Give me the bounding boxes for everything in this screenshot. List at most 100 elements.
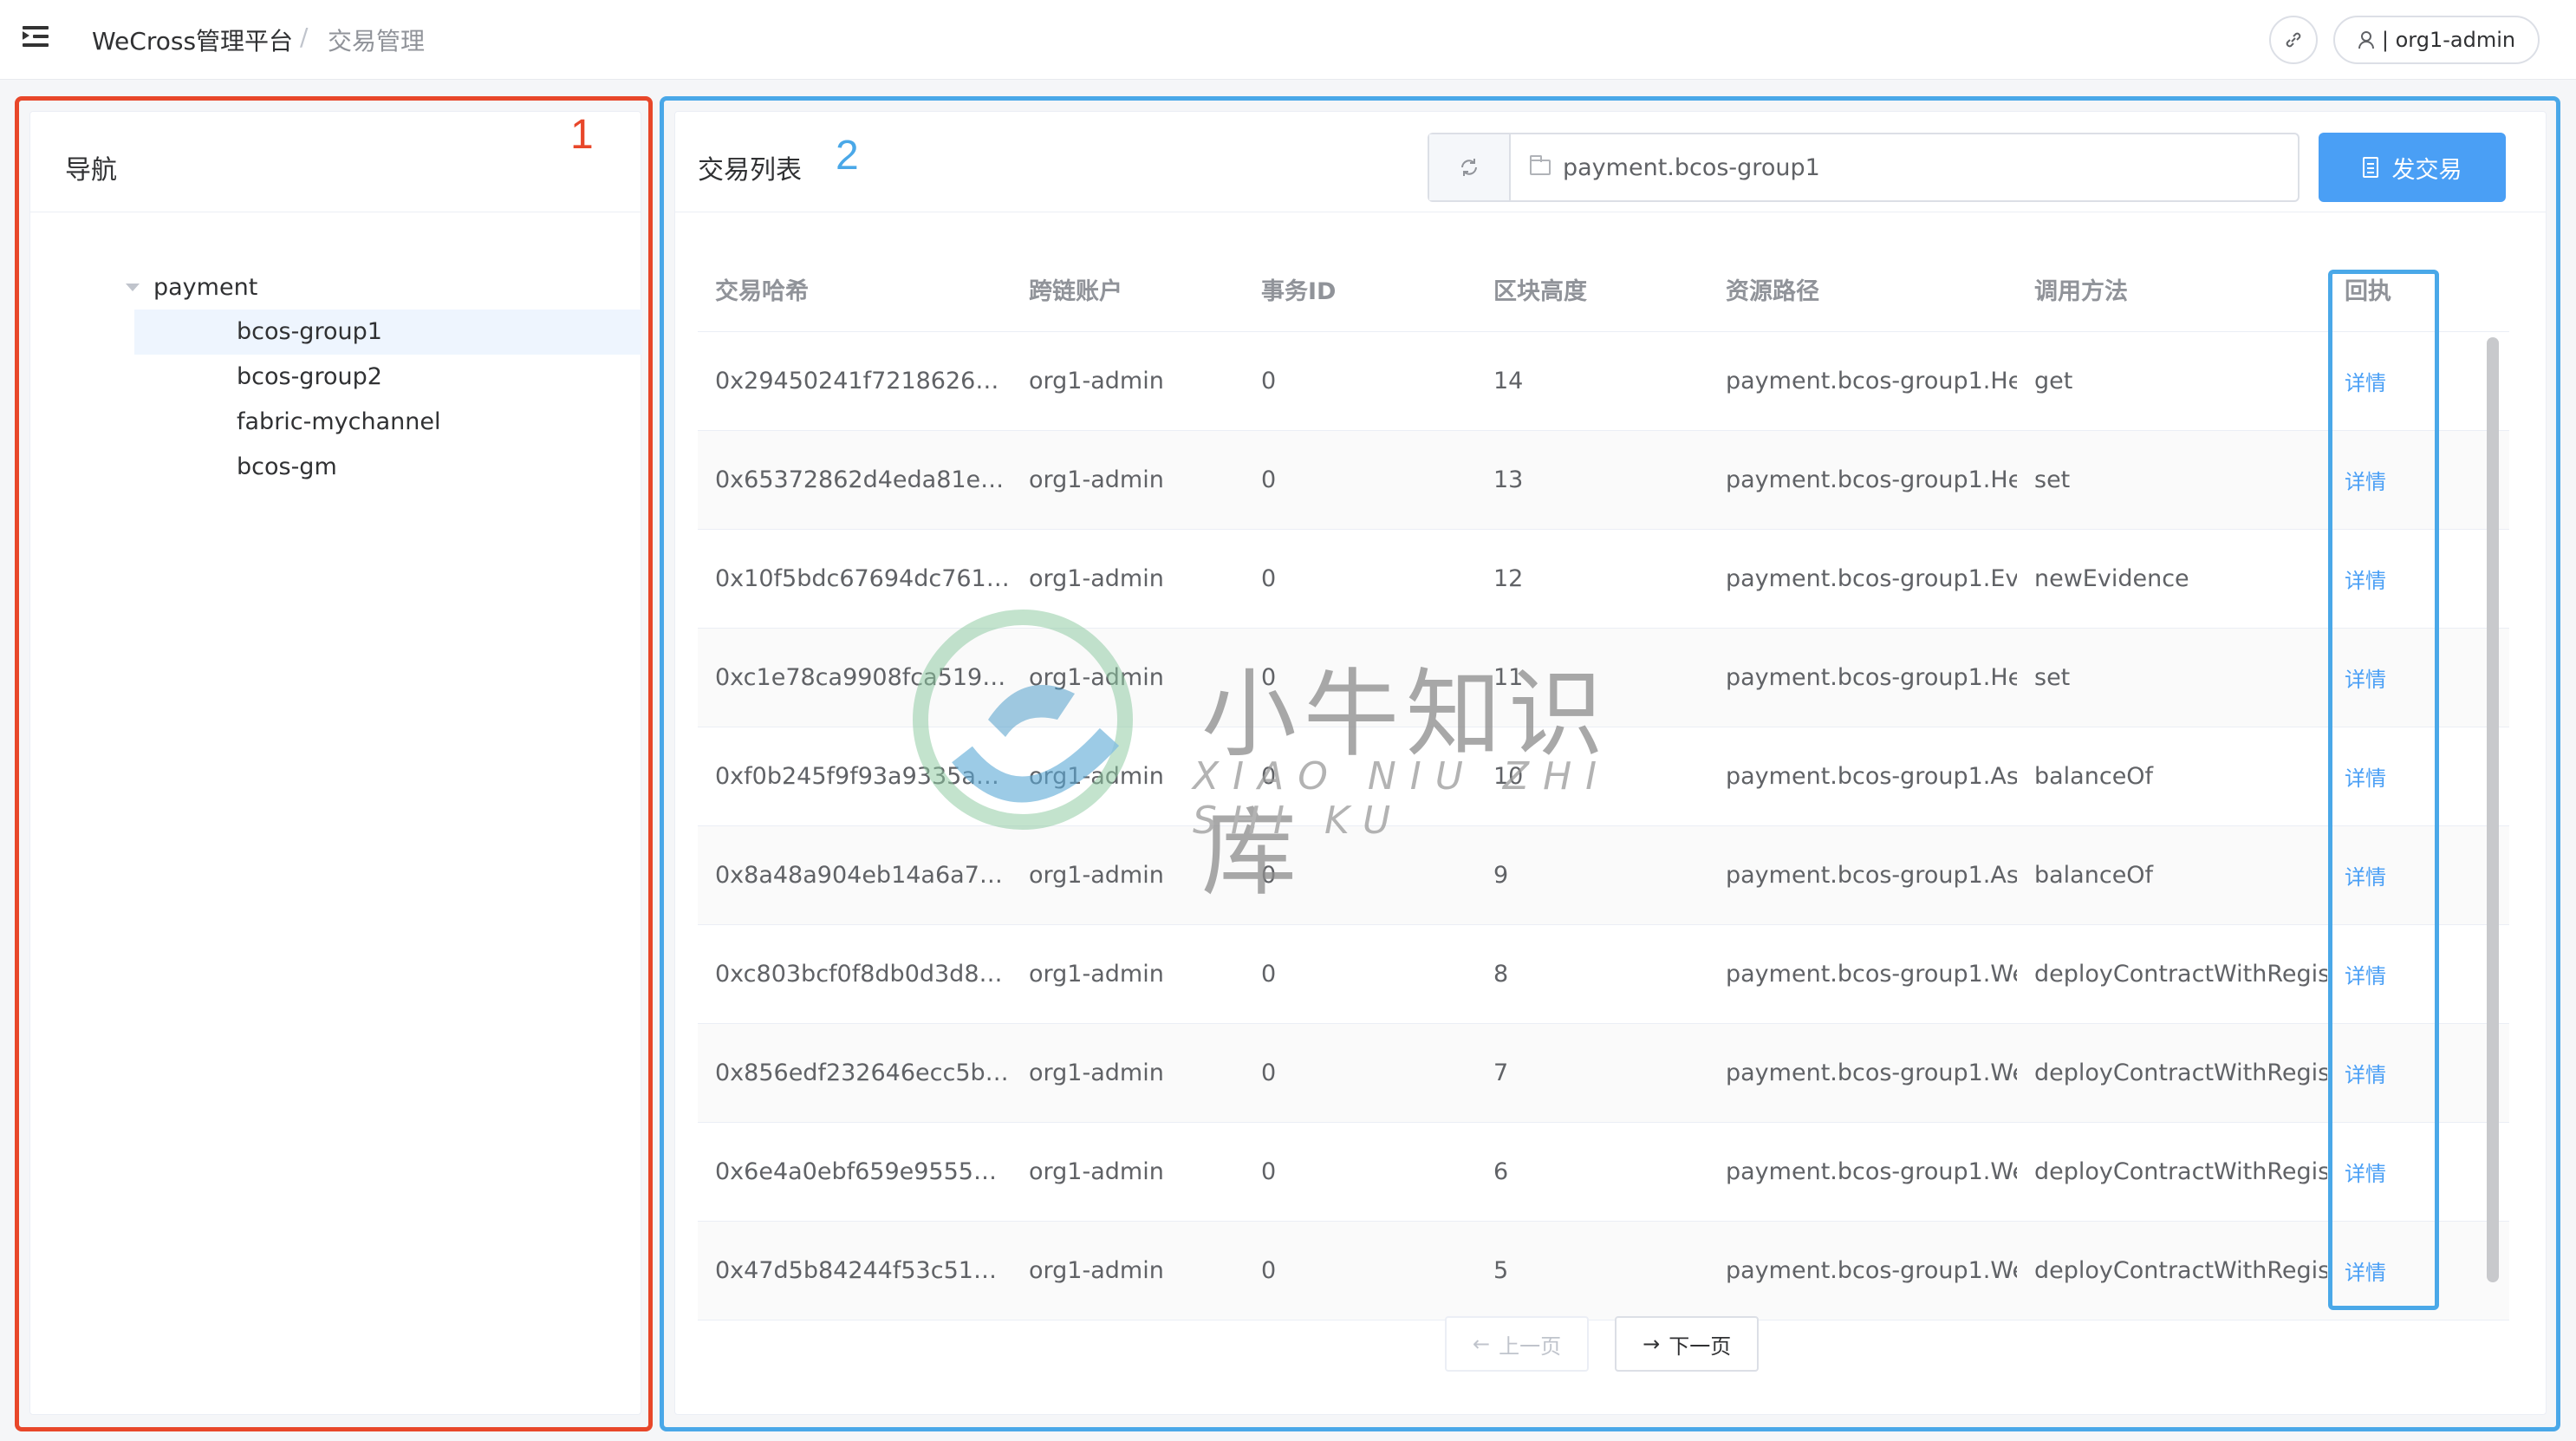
cell-method: set [2034,664,2071,691]
cell-height: 12 [1493,565,1524,592]
resource-path-input[interactable] [1563,153,2291,181]
cell-method: newEvidence [2034,565,2189,592]
tree-node-bcos-group1[interactable]: bcos-group1 [134,310,642,355]
user-menu-button[interactable]: | org1-admin [2333,16,2540,64]
pagination: ← 上一页 → 下一页 [1445,1316,1760,1372]
folder-icon [1530,155,1551,175]
header-tx-id: 事务ID [1261,278,1337,305]
cell-height: 7 [1493,1060,1509,1086]
cell-tx-id: 0 [1261,1158,1277,1185]
cell-method: deployContractWithRegist [2034,1060,2327,1086]
transaction-table: 交易哈希 跨链账户 事务ID 区块高度 资源路径 调用方法 回执 0x29450… [698,247,2509,1320]
table-row: 0xc803bcf0f8db0d3d8… org1-admin 0 8 payment.… [698,925,2509,1024]
breadcrumb-separator: / [300,23,309,51]
cell-method: deployContractWithRegist [2034,1158,2327,1185]
send-transaction-button[interactable]: 发交易 [2319,133,2506,202]
prev-page-label: 上一页 [1499,1333,1562,1359]
tree-node-fabric-mychannel[interactable]: fabric-mychannel [134,400,642,445]
cell-hash: 0x65372862d4eda81e… [715,466,1005,493]
document-icon [2362,157,2378,178]
receipt-detail-link[interactable]: 详情 [2345,569,2386,593]
cell-account: org1-admin [1029,1060,1164,1086]
top-header: WeCross管理平台 / 交易管理 | org1-admin [0,0,2576,80]
receipt-detail-link[interactable]: 详情 [2345,1162,2386,1186]
menu-fold-icon[interactable] [21,23,52,54]
receipt-detail-link[interactable]: 详情 [2345,1063,2386,1087]
breadcrumb-home[interactable]: WeCross管理平台 [92,23,293,57]
caret-down-icon[interactable] [126,283,140,291]
cell-path: payment.bcos-group1.We( [1726,1158,2017,1185]
receipt-detail-link[interactable]: 详情 [2345,1261,2386,1285]
receipt-detail-link[interactable]: 详情 [2345,371,2386,395]
tree-node-bcos-group2[interactable]: bcos-group2 [134,355,642,400]
tree-node-payment[interactable]: payment [82,264,620,310]
cell-receipt: 详情 [2327,860,2440,890]
cell-height: 14 [1493,368,1524,394]
cell-hash: 0x29450241f7218626e… [715,368,1012,394]
table-row: 0x65372862d4eda81e… org1-admin 0 13 payment.… [698,431,2509,530]
cell-path: payment.bcos-group1.Ass [1726,763,2017,790]
header-account: 跨链账户 [1029,278,1122,305]
cell-hash: 0xc1e78ca9908fca519… [715,664,1006,691]
cell-tx-id: 0 [1261,368,1277,394]
next-page-label: 下一页 [1669,1333,1732,1359]
link-icon[interactable] [2269,16,2318,64]
cell-receipt: 详情 [2327,564,2440,594]
cell-receipt: 详情 [2327,1058,2440,1088]
header-height: 区块高度 [1493,278,1587,305]
cell-account: org1-admin [1029,763,1164,790]
cell-height: 9 [1493,862,1509,889]
cell-hash: 0x8a48a904eb14a6a7… [715,862,1003,889]
cell-path: payment.bcos-group1.Evic [1726,565,2017,592]
tree-node-bcos-gm[interactable]: bcos-gm [134,445,642,490]
table-row: 0xc1e78ca9908fca519… org1-admin 0 11 payment… [698,629,2509,727]
cell-receipt: 详情 [2327,662,2440,693]
cell-path: payment.bcos-group1.Hell [1726,664,2017,691]
cell-tx-id: 0 [1261,664,1277,691]
prev-page-button[interactable]: ← 上一页 [1445,1316,1590,1372]
navigation-panel: 导航 payment bcos-group1 bcos-group2 fabri… [29,111,642,1415]
table-scrollbar[interactable] [2487,337,2499,1282]
cell-tx-id: 0 [1261,1060,1277,1086]
cell-method: set [2034,466,2071,493]
panel-title: 交易列表 [698,155,802,186]
cell-height: 11 [1493,664,1524,691]
table-row: 0x856edf232646ecc5b… org1-admin 0 7 payment.… [698,1024,2509,1123]
receipt-detail-link[interactable]: 详情 [2345,766,2386,791]
cell-hash: 0x10f5bdc67694dc761… [715,565,1010,592]
table-row: 0x29450241f7218626e… org1-admin 0 14 payment… [698,332,2509,431]
cell-receipt: 详情 [2327,761,2440,792]
breadcrumb-current: 交易管理 [328,27,426,55]
cell-height: 8 [1493,961,1509,988]
receipt-detail-link[interactable]: 详情 [2345,964,2386,988]
cell-receipt: 详情 [2327,959,2440,989]
tree-node-label: payment [153,273,258,301]
cell-account: org1-admin [1029,862,1164,889]
arrow-left-icon: ← [1473,1332,1491,1356]
resource-tree: payment bcos-group1 bcos-group2 fabric-m… [82,264,642,490]
annotation-label-2: 2 [836,133,859,179]
cell-method: balanceOf [2034,862,2154,889]
receipt-detail-link[interactable]: 详情 [2345,470,2386,494]
receipt-detail-link[interactable]: 详情 [2345,865,2386,890]
table-row: 0x10f5bdc67694dc761… org1-admin 0 12 payment… [698,530,2509,629]
send-transaction-label: 发交易 [2391,156,2462,184]
cell-method: deployContractWithRegist [2034,961,2327,988]
cell-hash: 0xc803bcf0f8db0d3d8… [715,961,1003,988]
cell-tx-id: 0 [1261,565,1277,592]
header-method: 调用方法 [2034,278,2128,305]
cell-height: 6 [1493,1158,1509,1185]
user-name: | org1-admin [2381,28,2516,52]
receipt-detail-link[interactable]: 详情 [2345,668,2386,692]
cell-path: payment.bcos-group1.Hell [1726,368,2017,394]
cell-hash: 0x6e4a0ebf659e9555b… [715,1158,1012,1185]
next-page-button[interactable]: → 下一页 [1615,1316,1760,1372]
cell-account: org1-admin [1029,664,1164,691]
refresh-icon[interactable] [1429,134,1511,200]
table-header: 交易哈希 跨链账户 事务ID 区块高度 资源路径 调用方法 回执 [698,247,2509,332]
cell-path: payment.bcos-group1.We( [1726,1257,2017,1284]
cell-path: payment.bcos-group1.Hell [1726,466,2017,493]
cell-method: deployContractWithRegist [2034,1257,2327,1284]
cell-height: 13 [1493,466,1524,493]
cell-method: get [2034,368,2073,394]
